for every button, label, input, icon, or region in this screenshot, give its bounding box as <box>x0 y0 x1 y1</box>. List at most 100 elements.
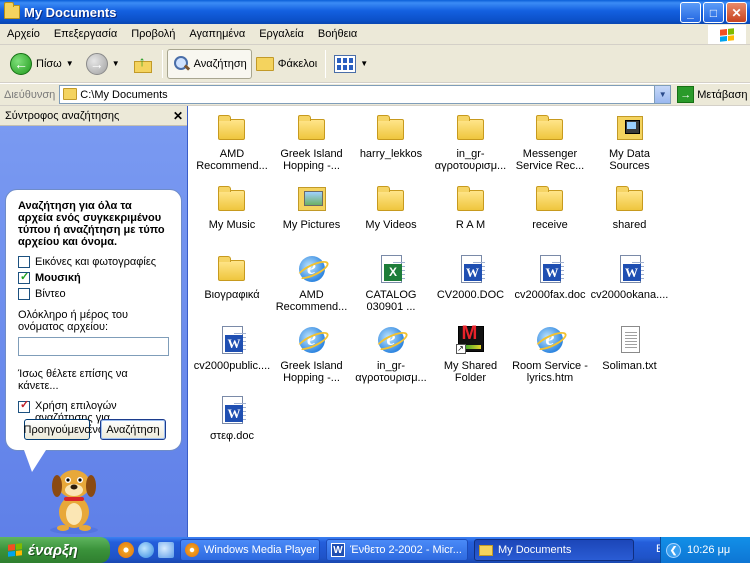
file-item[interactable]: receive <box>509 183 591 231</box>
file-icon: W <box>455 253 487 285</box>
file-item[interactable]: X CATALOG 030901 ... <box>350 253 432 313</box>
internet-explorer-icon[interactable] <box>138 542 154 558</box>
file-icon: W <box>216 324 248 356</box>
search-button[interactable]: Αναζήτηση <box>166 48 252 79</box>
minimize-icon: _ <box>687 5 694 20</box>
views-button[interactable]: ▼ <box>330 49 376 79</box>
title-bar[interactable]: My Documents _ □ ✕ <box>0 0 750 24</box>
menu-file[interactable]: Αρχείο <box>0 28 47 40</box>
file-item[interactable]: e Room Service - lyrics.htm <box>509 324 591 384</box>
folders-button[interactable]: Φάκελοι <box>252 49 321 79</box>
checkbox[interactable] <box>18 255 30 268</box>
file-name: My Data Sources <box>609 148 650 172</box>
file-item[interactable]: e Greek Island Hopping -... <box>271 324 353 384</box>
file-item[interactable]: My Data Sources <box>589 112 671 172</box>
media-player-icon[interactable] <box>118 542 134 558</box>
back-dropdown-icon[interactable]: ▼ <box>66 59 74 68</box>
file-item[interactable]: Wcv2000okana.... <box>589 253 671 301</box>
file-item[interactable]: My Pictures <box>271 183 353 231</box>
file-item[interactable]: e AMD Recommend... <box>271 253 353 313</box>
toolbar-separator <box>325 49 327 78</box>
file-item[interactable]: Wcv2000public.... <box>191 324 273 372</box>
task-word-document[interactable]: W Ένθετο 2-2002 - Micr... <box>326 539 468 561</box>
close-button[interactable]: ✕ <box>726 2 747 23</box>
close-icon: ✕ <box>731 5 742 20</box>
pane-close-icon[interactable]: ✕ <box>173 109 183 123</box>
address-input[interactable]: C:\My Documents ▼ <box>59 85 672 104</box>
folder-icon <box>4 2 20 19</box>
file-item[interactable]: shared <box>589 183 671 231</box>
address-label: Διεύθυνση <box>4 88 56 101</box>
file-item[interactable]: Βιογραφικά <box>191 253 273 301</box>
up-button[interactable]: ↑ <box>128 49 158 79</box>
menu-view[interactable]: Προβολή <box>124 28 182 40</box>
forward-dropdown-icon[interactable]: ▼ <box>112 59 120 68</box>
views-icon <box>334 54 357 73</box>
file-name: cv2000okana.... <box>590 289 669 301</box>
word-document-icon: W <box>222 396 246 424</box>
maximize-button[interactable]: □ <box>703 2 724 23</box>
file-item[interactable]: Soliman.txt <box>589 324 671 372</box>
filename-input[interactable] <box>18 337 169 356</box>
file-item[interactable]: Messenger Service Rec... <box>509 112 591 172</box>
file-item[interactable]: My Music <box>191 183 273 231</box>
file-icon <box>614 324 646 356</box>
word-document-icon: W <box>222 325 246 354</box>
menu-tools[interactable]: Εργαλεία <box>252 28 311 40</box>
file-name: R A M <box>455 218 486 231</box>
task-windows-media-player[interactable]: Windows Media Player <box>180 539 320 561</box>
file-icon: W <box>534 253 566 285</box>
file-icon <box>216 183 248 215</box>
checkbox[interactable] <box>18 287 30 300</box>
clock[interactable]: 10:26 μμ <box>687 544 730 556</box>
option-pictures[interactable]: Εικόνες και φωτογραφίες <box>18 254 169 269</box>
show-desktop-icon[interactable] <box>158 542 174 558</box>
menu-edit[interactable]: Επεξεργασία <box>47 28 124 40</box>
search-pane-header: Σύντροφος αναζήτησης ✕ <box>0 106 187 126</box>
option-music[interactable]: Μουσική <box>18 270 169 285</box>
file-name: Messenger Service Rec... <box>515 148 585 172</box>
task-my-documents[interactable]: My Documents <box>474 539 634 561</box>
file-item[interactable]: AMD Recommend... <box>191 112 273 172</box>
file-item[interactable]: ↗ My Shared Folder <box>430 324 512 384</box>
file-item[interactable]: Wστεφ.doc <box>191 394 273 442</box>
file-icon <box>455 183 487 215</box>
windows-flag-icon <box>720 27 734 42</box>
views-dropdown-icon[interactable]: ▼ <box>360 59 368 68</box>
file-item[interactable]: e in_gr-αγροτουρισμ... <box>350 324 432 384</box>
address-dropdown-icon[interactable]: ▼ <box>654 86 671 103</box>
menu-help[interactable]: Βοήθεια <box>311 28 364 40</box>
go-button[interactable]: → Μετάβαση <box>677 86 747 103</box>
start-button[interactable]: έναρξη <box>0 537 110 563</box>
file-item[interactable]: Greek Island Hopping -... <box>271 112 353 172</box>
forward-button[interactable]: → ▼ <box>82 49 128 79</box>
file-item[interactable]: harry_lekkos <box>350 112 432 160</box>
file-list: AMD Recommend... Greek Island Hopping -..… <box>189 106 750 537</box>
file-item[interactable]: R A M <box>430 183 512 231</box>
file-item[interactable]: W CV2000.DOC <box>430 253 512 301</box>
word-document-icon: W <box>460 255 485 283</box>
file-name: Room Service - lyrics.htm <box>512 359 588 384</box>
folder-icon <box>377 115 404 140</box>
previous-button[interactable]: Προηγούμενο <box>24 419 90 440</box>
shortcut-arrow-icon: ↗ <box>455 343 466 354</box>
file-item[interactable]: Wcv2000fax.doc <box>509 253 591 301</box>
search-dog-icon[interactable] <box>44 462 104 534</box>
search-submit-button[interactable]: Αναζήτηση <box>100 419 166 440</box>
minimize-button[interactable]: _ <box>680 2 701 23</box>
file-icon <box>216 253 248 285</box>
maximize-icon: □ <box>709 5 718 20</box>
file-item[interactable]: in_gr-αγροτουρισμ... <box>430 112 512 172</box>
file-item[interactable]: My Videos <box>350 183 432 231</box>
tray-expand-icon[interactable]: ❮ <box>666 542 681 558</box>
file-icon <box>534 183 566 215</box>
menu-favorites[interactable]: Αγαπημένα <box>182 28 252 40</box>
text-file-icon <box>620 325 640 353</box>
file-name: CATALOG 030901 ... <box>365 289 417 313</box>
back-button[interactable]: ← Πίσω ▼ <box>6 49 82 79</box>
search-icon <box>172 55 190 73</box>
file-icon: W <box>614 253 646 285</box>
checkbox-checked[interactable] <box>18 270 30 284</box>
option-video[interactable]: Βίντεο <box>18 286 169 301</box>
toolbar: ← Πίσω ▼ → ▼ ↑ Αναζήτηση Φάκελοι ▼ <box>0 45 750 83</box>
